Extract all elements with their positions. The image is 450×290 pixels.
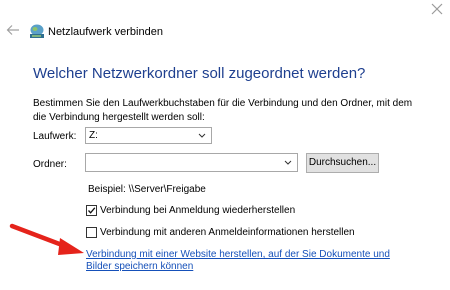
folder-input-value <box>86 159 89 170</box>
close-icon[interactable] <box>431 2 443 19</box>
browse-button[interactable]: Durchsuchen... <box>306 153 379 173</box>
drive-select-value: Z: <box>89 130 98 141</box>
back-arrow-icon[interactable] <box>6 23 20 37</box>
drive-select[interactable]: Z: <box>85 127 212 144</box>
example-text: Beispiel: \\Server\Freigabe <box>88 184 206 195</box>
checkmark-icon <box>88 207 96 214</box>
network-drive-icon <box>29 24 45 40</box>
website-connection-link[interactable]: Verbindung mit einer Website herstellen,… <box>86 249 416 273</box>
folder-label: Ordner: <box>33 159 67 170</box>
page-heading: Welcher Netzwerkordner soll zugeordnet w… <box>33 65 366 82</box>
reconnect-checkbox[interactable] <box>86 205 97 216</box>
reconnect-label[interactable]: Verbindung bei Anmeldung wiederherstelle… <box>100 205 295 216</box>
annotation-arrow-icon <box>8 222 88 260</box>
chevron-down-icon[interactable] <box>283 155 293 170</box>
folder-combobox[interactable] <box>85 153 298 172</box>
description-text: Bestimmen Sie den Laufwerkbuchstaben für… <box>33 98 413 123</box>
window-title: Netzlaufwerk verbinden <box>48 26 163 38</box>
chevron-down-icon <box>197 128 207 143</box>
drive-label: Laufwerk: <box>33 131 77 142</box>
other-credentials-label[interactable]: Verbindung mit anderen Anmeldeinformatio… <box>100 227 355 238</box>
